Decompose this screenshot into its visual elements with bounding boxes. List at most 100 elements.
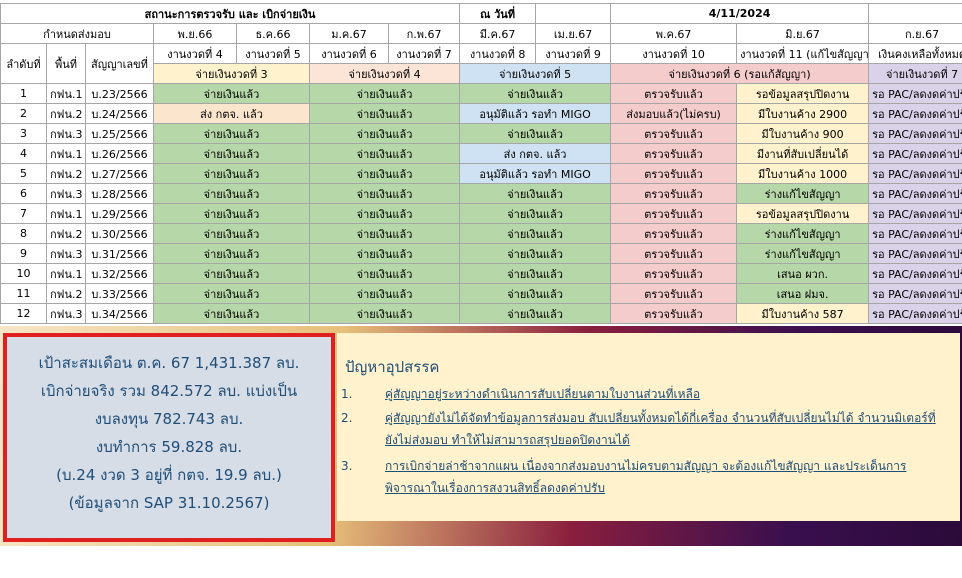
status-remaining: รอ PAC/ลดงดค่าปรับ [868, 283, 962, 304]
status-remaining: รอ PAC/ลดงดค่าปรับ [868, 243, 962, 264]
row-contract: บ.28/2566 [85, 183, 154, 204]
date-spacer [535, 3, 612, 24]
status-installment-10: ตรวจรับแล้ว [610, 203, 738, 224]
row-number: 11 [0, 283, 47, 304]
table-row: 6 กฟน.3 บ.28/2566 จ่ายเงินแล้ว จ่ายเงินแล้วจ… [0, 183, 962, 204]
month-header: พ.ค.67 [610, 23, 738, 44]
status-remaining: รอ PAC/ลดงดค่าปรับ [868, 223, 962, 244]
status-installment-10: ตรวจรับแล้ว [610, 263, 738, 284]
installment-header: งานงวดที่ 11 (แก้ไขสัญญา) [736, 43, 870, 64]
month-header: ก.พ.67 [387, 23, 461, 44]
status-pay-5: จ่ายเงินแล้ว [459, 123, 612, 144]
status-pay-4: จ่ายเงินแล้ว [308, 303, 461, 324]
row-number: 3 [0, 123, 47, 144]
status-installment-11: มีใบงานค้าง 1000 [736, 163, 870, 184]
status-pay-3: จ่ายเงินแล้ว [153, 303, 310, 324]
status-pay-5: จ่ายเงินแล้ว [459, 183, 612, 204]
status-installment-10: ตรวจรับแล้ว [610, 223, 738, 244]
status-installment-11: มีใบงานค้าง 900 [736, 123, 870, 144]
row-area: กฟน.1 [46, 83, 86, 104]
status-remaining: รอ PAC/ลดงดค่าปรับ [868, 143, 962, 164]
problem-number: 1. [341, 387, 353, 401]
row-contract: บ.32/2566 [85, 263, 154, 284]
problem-text: การเบิกจ่ายล่าช้าจากแผน เนื่องจากส่งมอบง… [385, 459, 907, 495]
status-pay-3: ส่ง กตจ. แล้ว [153, 103, 310, 124]
status-pay-3: จ่ายเงินแล้ว [153, 243, 310, 264]
installment-header: งานงวดที่ 9 [535, 43, 612, 64]
summary-source: (ข้อมูลจาก SAP 31.10.2567) [68, 494, 270, 512]
installment-header: เงินคงเหลือทั้งหมด [868, 43, 962, 64]
table-row: 4 กฟน.1 บ.26/2566 จ่ายเงินแล้ว จ่ายเงินแล้วส… [0, 143, 962, 164]
status-pay-3: จ่ายเงินแล้ว [153, 163, 310, 184]
row-contract: บ.31/2566 [85, 243, 154, 264]
schedule-label: กำหนดส่งมอบ [0, 23, 154, 44]
status-pay-5: จ่ายเงินแล้ว [459, 283, 612, 304]
installment-header: งานงวดที่ 10 [610, 43, 738, 64]
status-pay-3: จ่ายเงินแล้ว [153, 203, 310, 224]
table-row: 9 กฟน.3 บ.31/2566 จ่ายเงินแล้ว จ่ายเงินแล้วจ… [0, 243, 962, 264]
table-title: สถานะการตรวจรับ และ เบิกจ่ายเงิน [0, 3, 461, 24]
date-value: 4/11/2024 [610, 3, 870, 24]
table-row: 7 กฟน.1 บ.29/2566 จ่ายเงินแล้ว จ่ายเงินแล้วจ… [0, 203, 962, 224]
date-label: ณ วันที่ [459, 3, 537, 24]
status-installment-11: รอข้อมูลสรุปปิดงาน [736, 83, 870, 104]
installment-header: งานงวดที่ 6 [309, 43, 389, 64]
installment-header: งานงวดที่ 4 [153, 43, 237, 64]
status-pay-5: อนุมัติแล้ว รอทำ MIGO [459, 163, 612, 184]
row-contract: บ.33/2566 [85, 283, 154, 304]
row-contract: บ.25/2566 [85, 123, 154, 144]
status-remaining: รอ PAC/ลดงดค่าปรับ [868, 263, 962, 284]
status-pay-5: จ่ายเงินแล้ว [459, 263, 612, 284]
status-pay-4: จ่ายเงินแล้ว [308, 183, 461, 204]
status-installment-11: เสนอ ฝมจ. [736, 283, 870, 304]
problem-text: คู่สัญญายังไม่ได้จัดทำข้อมูลการส่งมอบ สั… [385, 411, 936, 447]
row-number: 4 [0, 143, 47, 164]
row-contract: บ.29/2566 [85, 203, 154, 224]
status-pay-4: จ่ายเงินแล้ว [308, 103, 461, 124]
row-area: กฟน.1 [46, 263, 86, 284]
status-installment-10: ตรวจรับแล้ว [610, 123, 738, 144]
status-pay-4: จ่ายเงินแล้ว [308, 203, 461, 224]
status-pay-5: จ่ายเงินแล้ว [459, 223, 612, 244]
problems-title: ปัญหาอุปสรรค [345, 358, 440, 376]
status-remaining: รอ PAC/ลดงดค่าปรับ [868, 123, 962, 144]
status-remaining: รอ PAC/ลดงดค่าปรับ [868, 203, 962, 224]
row-area: กฟน.2 [46, 163, 86, 184]
table-row: 11 กฟน.2 บ.33/2566 จ่ายเงินแล้ว จ่ายเงินแล้ว… [0, 283, 962, 304]
row-number: 10 [0, 263, 47, 284]
table-row: 12 กฟน.3 บ.34/2566 จ่ายเงินแล้ว จ่ายเงินแล้ว… [0, 303, 962, 324]
status-pay-3: จ่ายเงินแล้ว [153, 143, 310, 164]
status-installment-11: มีงานที่สับเปลี่ยนได้ [736, 143, 870, 164]
row-number: 12 [0, 303, 47, 324]
summary-target: เป้าสะสมเดือน ต.ค. 67 1,431.387 ลบ. [38, 354, 300, 372]
problems-box: ปัญหาอุปสรรค 1. คู่สัญญาอยู่ระหว่างดำเนิ… [337, 333, 960, 521]
status-pay-4: จ่ายเงินแล้ว [308, 143, 461, 164]
summary-actual: เบิกจ่ายจริง รวม 842.572 ลบ. แบ่งเป็น [40, 382, 298, 400]
row-area: กฟน.2 [46, 223, 86, 244]
table-row: 3 กฟน.3 บ.25/2566 จ่ายเงินแล้ว จ่ายเงินแล้วจ… [0, 123, 962, 144]
problem-number: 2. [341, 411, 353, 425]
status-installment-11: ร่างแก้ไขสัญญา [736, 183, 870, 204]
row-number: 1 [0, 83, 47, 104]
status-pay-4: จ่ายเงินแล้ว [308, 243, 461, 264]
row-area: กฟน.2 [46, 103, 86, 124]
status-pay-4: จ่ายเงินแล้ว [308, 263, 461, 284]
status-installment-10: ตรวจรับแล้ว [610, 163, 738, 184]
status-installment-11: มีใบงานค้าง 2900 [736, 103, 870, 124]
row-contract: บ.26/2566 [85, 143, 154, 164]
status-pay-4: จ่ายเงินแล้ว [308, 123, 461, 144]
row-area: กฟน.1 [46, 203, 86, 224]
month-header: เม.ย.67 [535, 23, 612, 44]
table-row: 8 กฟน.2 บ.30/2566 จ่ายเงินแล้ว จ่ายเงินแล้วจ… [0, 223, 962, 244]
installment-header: งานงวดที่ 7 [387, 43, 461, 64]
status-pay-3: จ่ายเงินแล้ว [153, 183, 310, 204]
status-pay-3: จ่ายเงินแล้ว [153, 283, 310, 304]
pay-group-4: จ่ายเงินงวดที่ 4 [308, 63, 461, 84]
status-pay-5: จ่ายเงินแล้ว [459, 203, 612, 224]
row-number: 8 [0, 223, 47, 244]
month-header: ธ.ค.66 [236, 23, 310, 44]
pay-group-6: จ่ายเงินงวดที่ 6 (รอแก้สัญญา) [610, 63, 870, 84]
table-row: 2 กฟน.2 บ.24/2566 ส่ง กตจ. แล้ว จ่ายเงินแล้ว… [0, 103, 962, 124]
row-contract: บ.27/2566 [85, 163, 154, 184]
row-area: กฟน.3 [46, 183, 86, 204]
